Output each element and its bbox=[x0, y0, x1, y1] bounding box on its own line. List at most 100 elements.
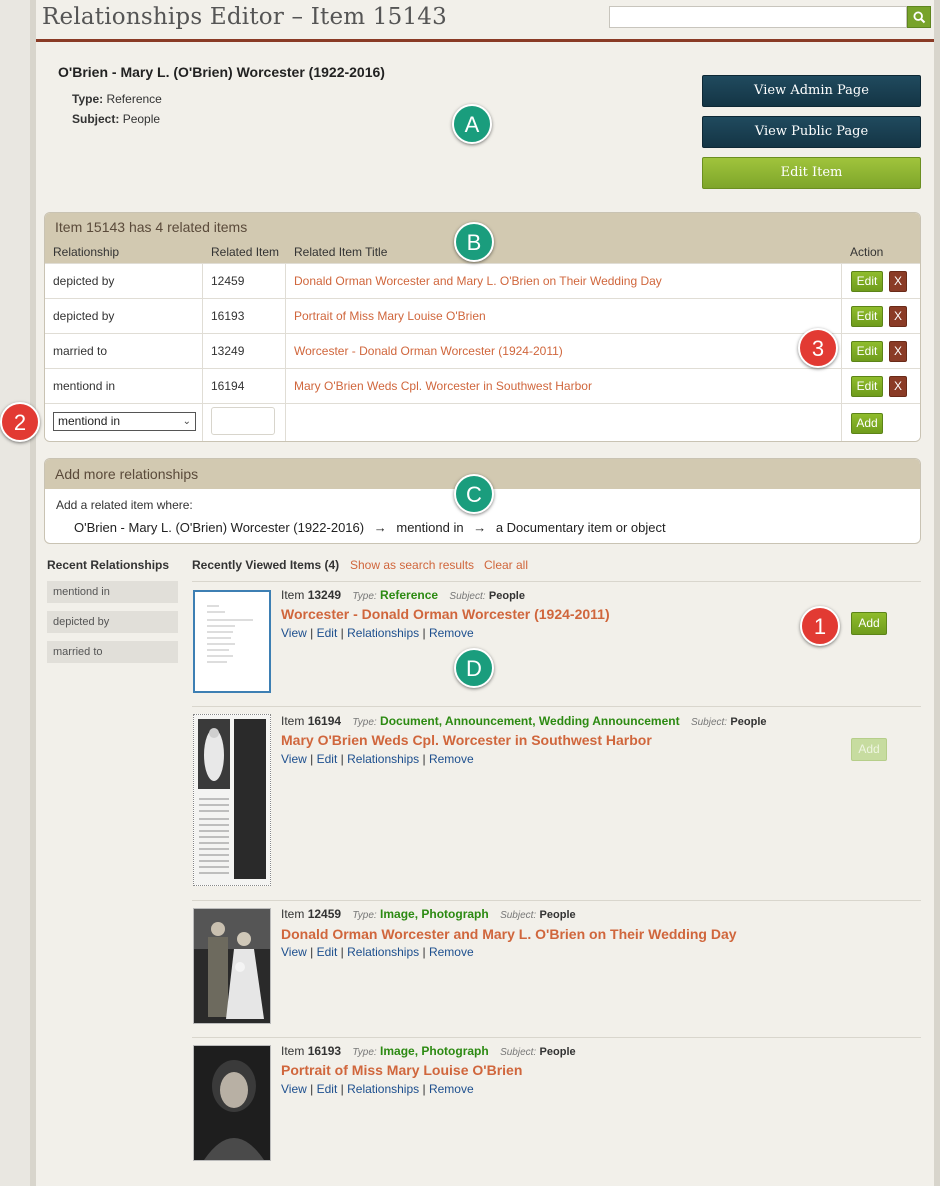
divider bbox=[192, 706, 921, 707]
item-thumbnail[interactable] bbox=[193, 714, 271, 886]
delete-button[interactable]: X bbox=[889, 376, 907, 397]
delete-button[interactable]: X bbox=[889, 306, 907, 327]
edit-link[interactable]: Edit bbox=[317, 1082, 338, 1096]
marker-1: 1 bbox=[800, 606, 840, 646]
item-title-link[interactable]: Portrait of Miss Mary Louise O'Brien bbox=[281, 1062, 522, 1078]
related-item-cell: 16194 bbox=[203, 369, 286, 404]
delete-button[interactable]: X bbox=[889, 341, 907, 362]
related-title-link[interactable]: Donald Orman Worcester and Mary L. O'Bri… bbox=[286, 264, 842, 299]
item-prefix: Item bbox=[281, 588, 305, 602]
edit-link[interactable]: Edit bbox=[317, 626, 338, 640]
recent-relationship-item[interactable]: depicted by bbox=[47, 611, 178, 633]
edit-button[interactable]: Edit bbox=[851, 271, 883, 292]
relationship-cell: depicted by bbox=[45, 264, 203, 299]
relationships-link[interactable]: Relationships bbox=[347, 752, 419, 766]
remove-link[interactable]: Remove bbox=[429, 945, 474, 959]
type-value: Reference bbox=[380, 588, 439, 602]
view-link[interactable]: View bbox=[281, 1082, 307, 1096]
divider bbox=[192, 900, 921, 901]
item-number: 13249 bbox=[307, 588, 342, 602]
subject-value: People bbox=[730, 716, 767, 728]
item-thumbnail[interactable] bbox=[193, 1045, 271, 1161]
divider bbox=[192, 581, 921, 582]
col-relationship: Relationship bbox=[53, 245, 120, 259]
view-link[interactable]: View bbox=[281, 626, 307, 640]
type-value: Document, Announcement, Wedding Announce… bbox=[380, 714, 680, 728]
subject-label: Subject: bbox=[449, 591, 486, 602]
edit-button[interactable]: Edit bbox=[851, 306, 883, 327]
page: Relationships Editor – Item 15143 O'Brie… bbox=[30, 0, 940, 1186]
recent-relationships-title: Recent Relationships bbox=[47, 558, 170, 572]
relationships-link[interactable]: Relationships bbox=[347, 945, 419, 959]
view-public-page-button[interactable]: View Public Page bbox=[702, 116, 921, 148]
show-as-search-results-link[interactable]: Show as search results bbox=[350, 558, 474, 572]
search-icon bbox=[913, 11, 926, 24]
item-title-link[interactable]: Mary O'Brien Weds Cpl. Worcester in Sout… bbox=[281, 732, 652, 748]
edit-button[interactable]: Edit bbox=[851, 376, 883, 397]
subject-value: People bbox=[539, 1046, 576, 1058]
remove-link[interactable]: Remove bbox=[429, 1082, 474, 1096]
relationships-link[interactable]: Relationships bbox=[347, 626, 419, 640]
related-items-heading: Item 15143 has 4 related items bbox=[55, 219, 248, 235]
related-title-link[interactable]: Mary O'Brien Weds Cpl. Worcester in Sout… bbox=[286, 369, 842, 404]
item-thumbnail[interactable] bbox=[193, 590, 271, 693]
col-related-item: Related Item bbox=[211, 245, 280, 259]
relationship-select-cell: mentiond in ⌄ bbox=[45, 404, 203, 441]
relationship-select[interactable]: mentiond in ⌄ bbox=[53, 412, 196, 431]
marker-b: B bbox=[454, 222, 494, 262]
related-title-link[interactable]: Worcester - Donald Orman Worcester (1924… bbox=[286, 334, 842, 369]
related-item-cell: 12459 bbox=[203, 264, 286, 299]
arrow-right-icon: → bbox=[373, 520, 387, 535]
recent-relationship-item[interactable]: married to bbox=[47, 641, 178, 663]
add-item-button-disabled: Add bbox=[851, 738, 887, 761]
table-row: mentiond in 16194 Mary O'Brien Weds Cpl.… bbox=[45, 368, 920, 404]
edit-item-button[interactable]: Edit Item bbox=[702, 157, 921, 189]
clear-all-link[interactable]: Clear all bbox=[484, 558, 528, 572]
search-input[interactable] bbox=[609, 6, 907, 28]
subject-value: People bbox=[488, 590, 525, 602]
table-row: depicted by 12459 Donald Orman Worcester… bbox=[45, 263, 920, 299]
relationship-cell: mentiond in bbox=[45, 369, 203, 404]
recent-relationship-item[interactable]: mentiond in bbox=[47, 581, 178, 603]
item-actions: View | Edit | Relationships | Remove bbox=[281, 626, 474, 640]
remove-link[interactable]: Remove bbox=[429, 752, 474, 766]
type-label: Type: bbox=[72, 92, 104, 106]
edit-link[interactable]: Edit bbox=[317, 945, 338, 959]
item-meta: Item 13249 Type: Reference Subject: Peop… bbox=[281, 588, 525, 602]
add-item-button[interactable]: Add bbox=[851, 612, 887, 635]
relationships-link[interactable]: Relationships bbox=[347, 1082, 419, 1096]
subject-value: People bbox=[122, 112, 161, 126]
type-value: Image, Photograph bbox=[380, 907, 489, 921]
item-prefix: Item bbox=[281, 1044, 305, 1058]
related-title-link[interactable]: Portrait of Miss Mary Louise O'Brien bbox=[286, 299, 842, 334]
item-number: 16194 bbox=[307, 714, 342, 728]
edit-button[interactable]: Edit bbox=[851, 341, 883, 362]
item-title-link[interactable]: Donald Orman Worcester and Mary L. O'Bri… bbox=[281, 926, 737, 942]
search-button[interactable] bbox=[907, 6, 931, 28]
add-more-object: a Documentary item or object bbox=[495, 520, 666, 535]
item-subject: Subject: People bbox=[72, 112, 160, 126]
delete-button[interactable]: X bbox=[889, 271, 907, 292]
related-item-cell: 16193 bbox=[203, 299, 286, 334]
new-relationship-row: mentiond in ⌄ Add bbox=[45, 403, 920, 441]
item-thumbnail[interactable] bbox=[193, 908, 271, 1024]
related-item-input[interactable] bbox=[211, 407, 275, 435]
view-link[interactable]: View bbox=[281, 752, 307, 766]
wedding-photo-image bbox=[194, 909, 270, 1023]
marker-c: C bbox=[454, 474, 494, 514]
item-actions: View | Edit | Relationships | Remove bbox=[281, 752, 474, 766]
add-more-subject: O'Brien - Mary L. (O'Brien) Worcester (1… bbox=[74, 520, 365, 535]
add-relationship-button[interactable]: Add bbox=[851, 413, 883, 434]
view-admin-page-button[interactable]: View Admin Page bbox=[702, 75, 921, 107]
relationship-cell: married to bbox=[45, 334, 203, 369]
item-actions: View | Edit | Relationships | Remove bbox=[281, 1082, 474, 1096]
subject-label: Subject: bbox=[500, 910, 537, 921]
item-title-link[interactable]: Worcester - Donald Orman Worcester (1924… bbox=[281, 606, 610, 622]
item-meta: Item 16193 Type: Image, Photograph Subje… bbox=[281, 1044, 576, 1058]
marker-d: D bbox=[454, 648, 494, 688]
marker-2: 2 bbox=[0, 402, 40, 442]
item-number: 12459 bbox=[307, 907, 342, 921]
view-link[interactable]: View bbox=[281, 945, 307, 959]
remove-link[interactable]: Remove bbox=[429, 626, 474, 640]
edit-link[interactable]: Edit bbox=[317, 752, 338, 766]
